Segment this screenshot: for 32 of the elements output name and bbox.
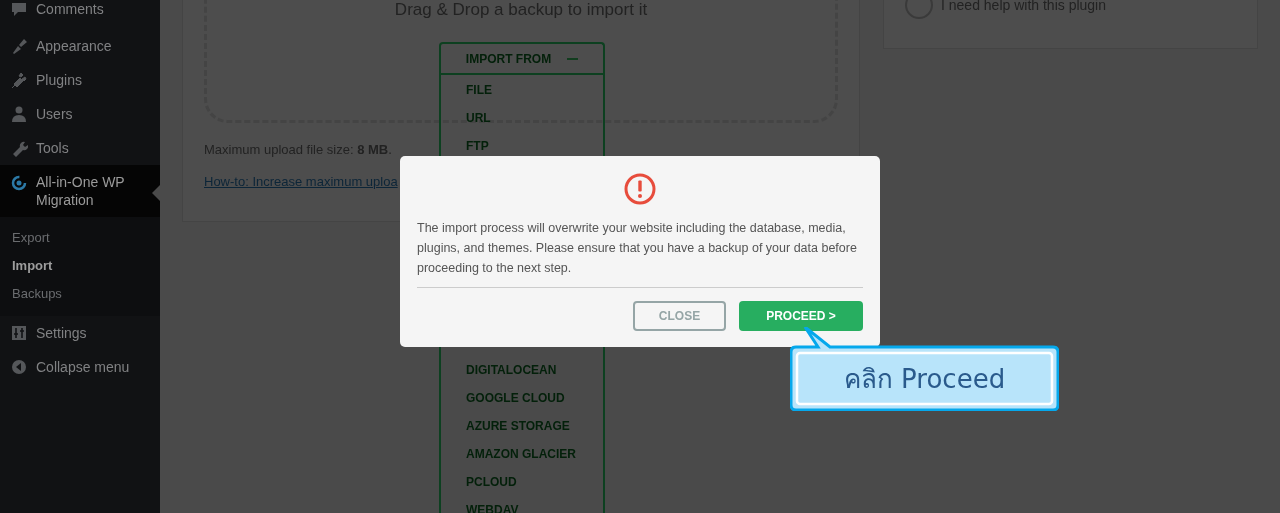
dropdown-item[interactable]: DIGITALOCEAN [466,356,603,384]
sidebar-item[interactable]: Collapse menu [0,350,160,384]
dropdown-item[interactable]: AMAZON GLACIER [466,440,603,468]
submenu-item[interactable]: Backups [0,280,160,308]
dropdown-item[interactable]: PCLOUD [466,468,603,496]
collapse-icon [10,358,28,376]
user-icon [10,105,28,123]
dropdown-title[interactable]: IMPORT FROM [465,49,552,68]
dropdown-item[interactable]: URL [466,104,603,132]
sidebar-item[interactable]: All-in-One WP Migration [0,165,160,217]
submenu-item[interactable]: Export [0,224,160,252]
proceed-button[interactable]: PROCEED > [739,301,863,331]
submenu-item[interactable]: Import [0,252,160,280]
speech-bubble-icon [10,0,28,18]
dropdown-item[interactable]: GOOGLE CLOUD [466,384,603,412]
sidebar-item[interactable]: Users [0,97,160,131]
paintbrush-icon [10,37,28,55]
sidebar-item[interactable]: Appearance [0,29,160,63]
sidebar-item[interactable]: Tools [0,131,160,165]
current-page-pointer [152,185,160,201]
sliders-icon [10,324,28,342]
close-button[interactable]: CLOSE [633,301,726,331]
warning-icon [624,173,656,205]
dropdown-item[interactable]: FILE [466,76,603,104]
dropdown-item[interactable]: AZURE STORAGE [466,412,603,440]
sidebar-item[interactable]: Plugins [0,63,160,97]
dialog-message: The import process will overwrite your website including the database, media, plugins, and themes. Please ensure that you have a backup of your data before proceeding to the next step. [417,220,858,277]
callout-text: คลิก Proceed [843,362,1006,396]
sidebar-item[interactable]: Settings [0,316,160,350]
dropdown-item[interactable]: FTP [466,132,603,160]
sidebar-item[interactable]: Comments [0,0,160,26]
howto-link[interactable]: How-to: Increase maximum uploa [204,172,398,192]
